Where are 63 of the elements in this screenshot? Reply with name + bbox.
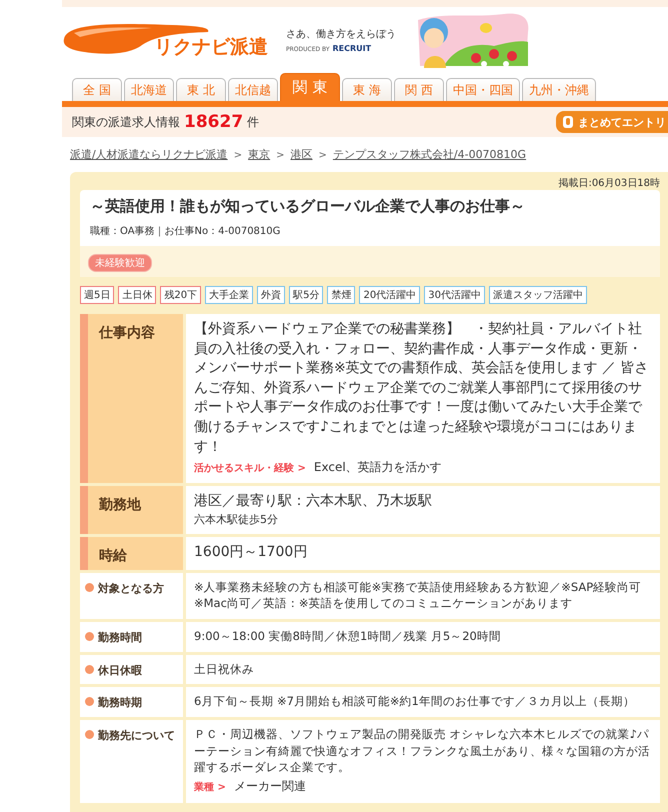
detail-label: 勤務地	[80, 486, 183, 534]
feature-tag: 外資	[257, 286, 286, 304]
note-text: Excel、英語力を活かす	[314, 459, 442, 476]
feature-tag: 土日休	[118, 286, 156, 304]
detail-label: 勤務先について	[98, 728, 175, 744]
detail-label: 勤務時間	[98, 630, 142, 646]
tagline: さあ、働き方をえらぼう	[286, 28, 397, 41]
note-text: メーカー関連	[234, 778, 306, 796]
feature-tag: 禁煙	[327, 286, 356, 304]
job-title: ～英語使用！誰もが知っているグローバル企業で人事のお仕事～	[90, 197, 526, 216]
bullet-dot-icon	[85, 582, 94, 592]
inexperienced-welcome-badge: 未経験歓迎	[88, 254, 152, 272]
detail-value: ※人事業務未経験の方も相談可能※実務で英語使用経験ある方歓迎／※SAP経験尚可※Mac尚可／英語：※英語を使用してのコミュニケーションがあります	[194, 578, 642, 612]
detail-subtext: 六本木駅徒歩5分	[194, 512, 279, 528]
bullet-dot-icon	[85, 730, 94, 740]
brand-name: RECRUIT	[332, 44, 372, 53]
region-tab[interactable]: 北海道	[124, 78, 174, 101]
detail-value: ＰＣ・周辺機器、ソフトウェア製品の開発販売 オシャレな六本木ヒルズでの就業♪パーテーション有綺麗で快適なオフィス！フランクな風土があり、様々な国籍の方が活躍するボーダレス企業です。	[194, 726, 651, 776]
detail-value: 土日祝休み	[194, 660, 255, 678]
detail-value: 【外資系ハードウェア企業での秘書業務】 ・契約社員・アルバイト社員の入社後の受入れ・フォロー、契約書作成・人事データ作成・更新・メンバーサポート業務※英文での書類作成、英会話を使用します ／ 皆さんご存知、外資系ハードウェア企業でのご就業人事部門にて採用後のサポートや人事データ作成のお仕事です！一度は働いてみたい大手企業で働けるチャンスです♪これまでとは違った経験や環境がココにはあります！	[194, 320, 650, 457]
logo-text[interactable]: リクナビ派遣	[154, 34, 268, 60]
region-tab[interactable]: 関 東	[280, 73, 340, 101]
breadcrumb-link[interactable]: テンプスタッフ株式会社/4-0070810G	[332, 147, 526, 162]
detail-label: 勤務時期	[98, 695, 142, 710]
detail-value: 6月下旬～長期 ※7月開始も相談可能※約1年間のお仕事です／３カ月以上（長期）	[194, 693, 636, 710]
feature-tag: 週5日	[80, 286, 114, 304]
breadcrumb-separator: >	[318, 150, 327, 161]
feature-tag: 20代活躍中	[359, 286, 420, 304]
feature-tag: 駅5分	[289, 286, 324, 304]
breadcrumb-link[interactable]: 港区	[290, 147, 312, 162]
count-unit: 件	[247, 114, 260, 130]
job-meta: 職種：OA事務｜お仕事No：4-0070810G	[90, 224, 282, 238]
detail-value: 9:00～18:00 実働8時間／休憩1時間／残業 月5～20時間	[194, 628, 502, 645]
breadcrumb-link[interactable]: 派遣/人材派遣ならリクナビ派遣	[70, 147, 228, 162]
bullet-dot-icon	[85, 632, 94, 642]
feature-tag: 30代活躍中	[424, 286, 485, 304]
posted-date: 掲載日:06月03日18時	[557, 176, 660, 190]
region-tab[interactable]: 北信越	[228, 78, 278, 101]
breadcrumb-link[interactable]: 東京	[248, 147, 270, 162]
job-count: 18627	[184, 112, 244, 132]
region-tab[interactable]: 全 国	[72, 78, 122, 101]
detail-label: 仕事内容	[80, 314, 183, 484]
note-label: 業種 >	[194, 781, 226, 796]
breadcrumb-separator: >	[234, 150, 242, 161]
detail-value: 港区／最寄り駅：六本木駅、乃木坂駅	[194, 492, 433, 512]
region-tab[interactable]: 東 北	[176, 78, 226, 101]
detail-label: 時給	[80, 537, 183, 570]
region-tab[interactable]: 九州・沖縄	[522, 78, 596, 101]
region-tab[interactable]: 東 海	[342, 78, 392, 101]
region-tab[interactable]: 中国・四国	[446, 78, 520, 101]
detail-label: 対象となる方	[98, 580, 164, 596]
breadcrumb-separator: >	[276, 150, 284, 161]
feature-tag: 派遣スタッフ活躍中	[488, 286, 587, 304]
feature-tag: 大手企業	[205, 286, 254, 304]
bullet-dot-icon	[85, 697, 94, 706]
note-label: 活かせるスキル・経験 >	[194, 462, 306, 476]
region-job-count-label: 関東の派遣求人情報	[72, 114, 180, 130]
detail-label: 休日休暇	[98, 662, 142, 678]
region-tab[interactable]: 関 西	[394, 78, 444, 101]
feature-tag: 残20下	[160, 286, 202, 304]
bulk-entry-button[interactable]: まとめてエントリ	[556, 111, 668, 133]
detail-value: 1600円～1700円	[194, 543, 308, 562]
bullet-dot-icon	[85, 664, 94, 674]
